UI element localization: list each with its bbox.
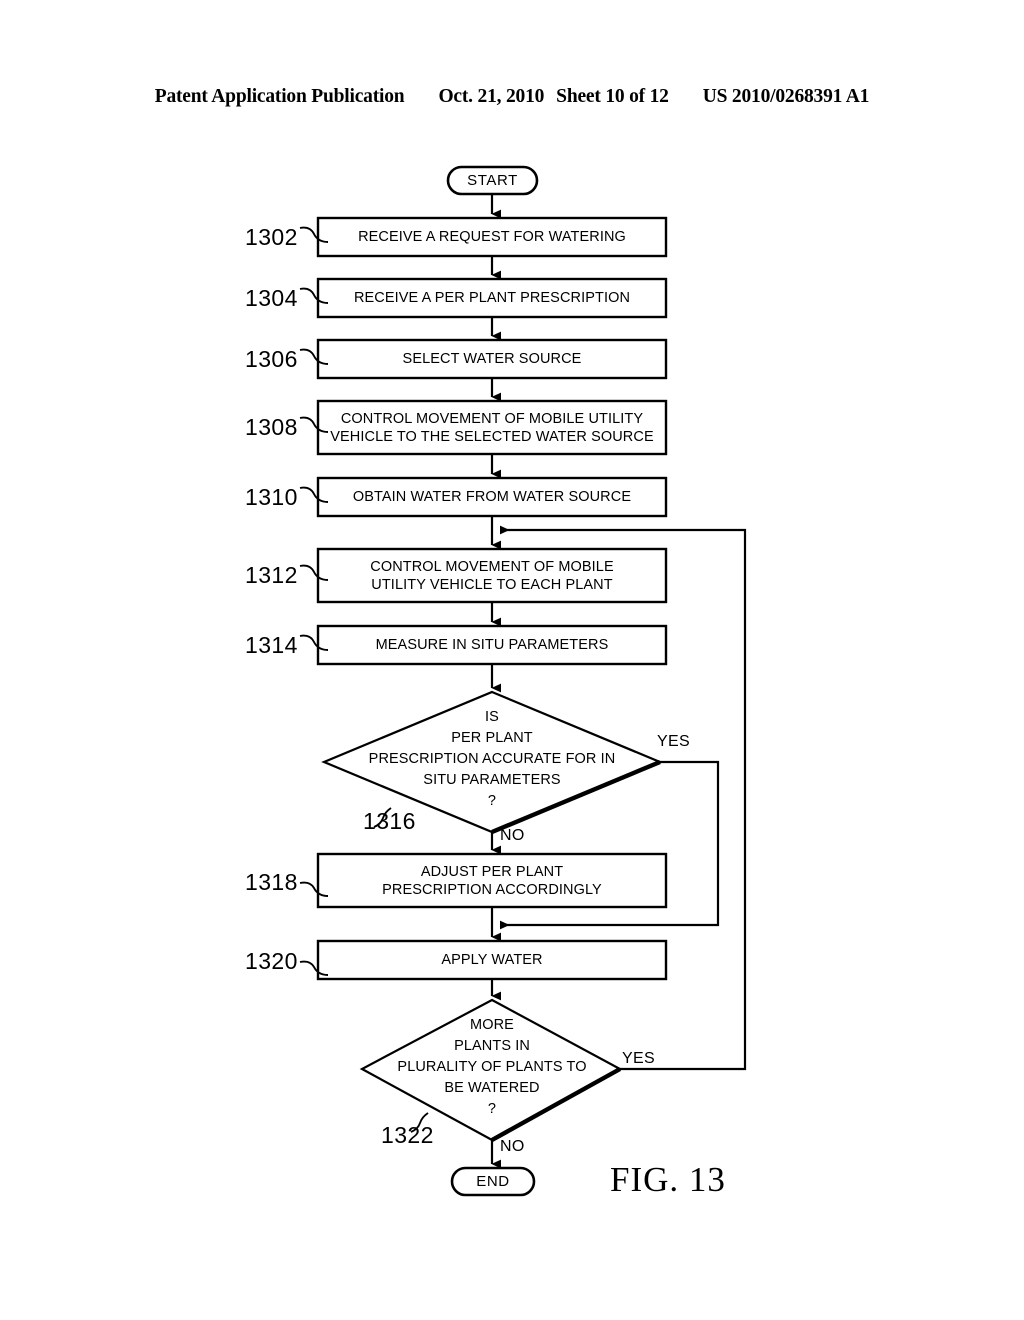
ref-numeral-1320: 1320 [245,948,298,974]
decision-diamond-1322 [359,998,623,1142]
ref-numeral-1310: 1310 [245,484,298,510]
step-box-1320 [316,939,668,981]
ref-numeral-1308: 1308 [245,414,298,440]
step-box-1308 [316,399,668,456]
step-box-1304 [316,277,668,319]
ref-numeral-1312: 1312 [245,562,298,588]
ref-numeral-1314: 1314 [245,632,298,658]
step-box-1312 [316,547,668,604]
start-terminal-shape [446,165,539,196]
step-box-1314 [316,624,668,666]
ref-numeral-1302: 1302 [245,224,298,250]
ref-numeral-1304: 1304 [245,285,298,311]
ref-numeral-1318: 1318 [245,869,298,895]
flowchart-diagram [299,165,747,1197]
step-box-1318 [316,852,668,909]
branch-label-1316-no: NO [500,827,525,844]
branch-label-1322-yes: YES [622,1050,655,1067]
branch-label-1316-yes: YES [657,733,690,750]
ref-numeral-1322: 1322 [381,1122,434,1148]
end-terminal-shape [450,1166,536,1197]
step-box-1306 [316,338,668,380]
step-box-1310 [316,476,668,518]
branch-label-1322-no: NO [500,1138,525,1155]
figure-caption: FIG. 13 [610,1160,726,1199]
ref-numeral-1316: 1316 [363,808,416,834]
step-box-1302 [316,216,668,258]
ref-numeral-1306: 1306 [245,346,298,372]
